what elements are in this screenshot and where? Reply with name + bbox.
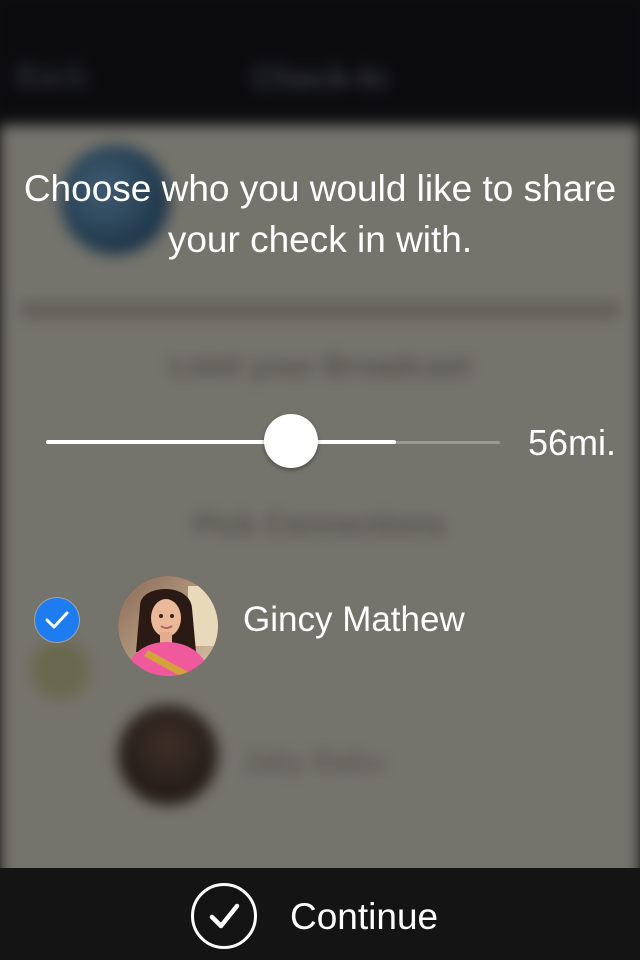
- avatar: [118, 576, 218, 676]
- slider-fill: [46, 440, 396, 444]
- share-checkin-screen: Back Check-In Limit your Broadcast Pick …: [0, 0, 640, 960]
- contact-row[interactable]: Gincy Mathew: [0, 568, 640, 680]
- checkmark-icon[interactable]: [35, 598, 79, 642]
- bottom-bar: Continue: [0, 868, 640, 960]
- distance-slider[interactable]: [46, 414, 500, 470]
- distance-value: 56mi.: [527, 422, 617, 463]
- continue-label: Continue: [290, 896, 439, 937]
- dim-overlay: [0, 0, 640, 960]
- slider-thumb[interactable]: [264, 414, 319, 468]
- continue-button[interactable]: Continue: [186, 882, 466, 950]
- contact-name: Gincy Mathew: [243, 600, 465, 639]
- check-circle-icon: [190, 882, 258, 955]
- share-prompt: Choose who you would like to share your …: [23, 168, 617, 260]
